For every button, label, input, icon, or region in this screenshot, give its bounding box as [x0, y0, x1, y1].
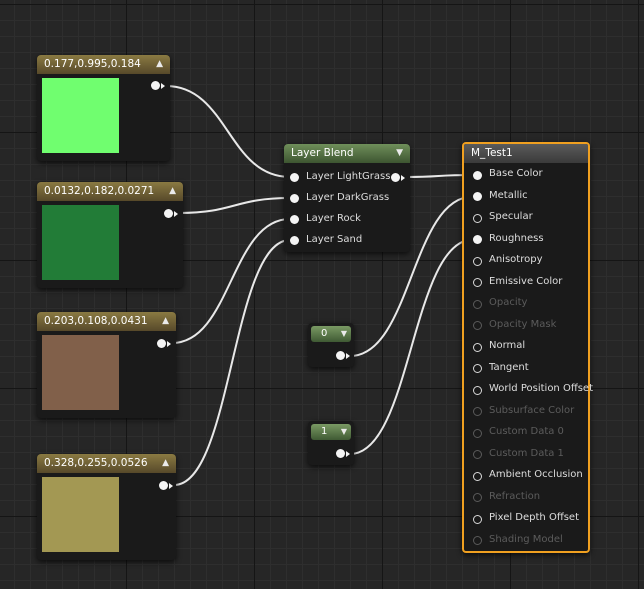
material-input-label: World Position Offset	[489, 383, 593, 394]
input-pin-icon[interactable]	[290, 215, 299, 224]
constant-node-1[interactable]: 1 ▼	[308, 421, 354, 465]
output-pin-icon[interactable]	[391, 173, 400, 182]
material-input-pin-icon	[473, 428, 482, 438]
color-node-4[interactable]: 0.328,0.255,0.0526 ▲	[37, 454, 176, 560]
connection-wire	[171, 218, 291, 344]
material-input-label: Opacity	[489, 297, 528, 308]
color-swatch-2	[42, 205, 119, 280]
material-input-pin-icon[interactable]	[473, 235, 482, 244]
chevron-up-icon[interactable]: ▲	[169, 182, 176, 201]
material-input-label: Tangent	[489, 361, 529, 373]
material-input-label: Emissive Color	[489, 275, 563, 287]
material-input-pin-icon[interactable]	[473, 278, 482, 287]
chevron-down-icon[interactable]: ▼	[396, 144, 403, 163]
material-input-pin-icon	[473, 299, 482, 309]
material-input-pin-icon	[473, 407, 482, 416]
color-node-4-label: 0.328,0.255,0.0526	[44, 457, 148, 469]
connection-wire	[165, 85, 291, 178]
material-input-pin-icon[interactable]	[473, 364, 482, 373]
output-pin-icon[interactable]	[151, 81, 160, 90]
material-input-label: Refraction	[489, 490, 541, 502]
layer-blend-title: Layer Blend	[291, 147, 354, 159]
material-input-pin-icon[interactable]	[473, 170, 482, 180]
material-input-label: Shading Model	[489, 533, 563, 545]
color-node-3-header[interactable]: 0.203,0.108,0.0431 ▲	[37, 312, 176, 331]
material-input-pin-icon[interactable]	[473, 385, 482, 395]
constant-node-0[interactable]: 0 ▼	[308, 323, 354, 367]
color-node-2-label: 0.0132,0.182,0.0271	[44, 185, 155, 197]
layer-blend-node[interactable]: Layer Blend ▼ Layer LightGrass Layer Dar…	[284, 144, 410, 252]
material-input-pin-icon[interactable]	[473, 256, 482, 266]
layer-input-label: Layer Rock	[306, 213, 361, 224]
output-pin-icon[interactable]	[164, 209, 173, 218]
chevron-down-icon[interactable]: ▼	[341, 326, 347, 342]
color-swatch-1	[42, 78, 119, 153]
material-input-pin-icon[interactable]	[473, 192, 482, 201]
chevron-up-icon[interactable]: ▲	[162, 454, 169, 473]
constant-node-1-header[interactable]: 1 ▼	[311, 424, 351, 440]
color-node-1-header[interactable]: 0.177,0.995,0.184 ▲	[37, 55, 170, 74]
material-input-label: Ambient Occlusion	[489, 469, 583, 480]
material-input-pin-icon	[473, 493, 482, 502]
material-input-label: Subsurface Color	[489, 404, 575, 416]
constant-node-0-header[interactable]: 0 ▼	[311, 326, 351, 342]
material-header[interactable]: M_Test1	[464, 144, 588, 163]
chevron-up-icon[interactable]: ▲	[156, 55, 163, 74]
connection-wire	[349, 238, 474, 455]
layer-input-label: Layer DarkGrass	[306, 192, 390, 203]
output-arrow-icon	[401, 175, 405, 181]
material-input-label: Normal	[489, 340, 526, 351]
chevron-up-icon[interactable]: ▲	[162, 312, 169, 331]
material-input-pin-icon	[473, 536, 482, 545]
color-node-2-header[interactable]: 0.0132,0.182,0.0271 ▲	[37, 182, 183, 201]
chevron-down-icon[interactable]: ▼	[341, 424, 347, 440]
output-pin-icon[interactable]	[159, 481, 168, 490]
constant-value: 1	[321, 426, 328, 437]
layer-input-label: Layer Sand	[306, 234, 363, 245]
material-input-pin-icon[interactable]	[473, 514, 482, 524]
output-arrow-icon	[174, 211, 178, 217]
material-result-node[interactable]: M_Test1 Base Color Metallic Specular Roughn…	[462, 142, 593, 553]
color-swatch-4	[42, 477, 119, 552]
color-node-4-header[interactable]: 0.328,0.255,0.0526 ▲	[37, 454, 176, 473]
material-input-pin-icon[interactable]	[473, 213, 482, 223]
input-pin-icon[interactable]	[290, 194, 299, 203]
material-input-label: Opacity Mask	[489, 318, 557, 330]
output-arrow-icon	[167, 341, 171, 347]
material-input-label: Custom Data 1	[489, 447, 564, 459]
output-pin-icon[interactable]	[336, 351, 345, 360]
material-input-label: Roughness	[489, 232, 544, 244]
color-node-3-label: 0.203,0.108,0.0431	[44, 315, 148, 327]
material-input-pin-icon[interactable]	[473, 342, 482, 352]
input-pin-icon[interactable]	[290, 236, 299, 245]
material-input-label: Metallic	[489, 189, 528, 201]
material-input-pin-icon[interactable]	[473, 471, 482, 481]
material-input-pin-icon	[473, 450, 482, 459]
output-arrow-icon	[169, 483, 173, 489]
connection-wire	[173, 239, 291, 486]
connection-wire	[178, 197, 291, 214]
material-input-label: Base Color	[489, 168, 543, 179]
color-swatch-3	[42, 335, 119, 410]
material-input-label: Specular	[489, 211, 533, 222]
color-node-1[interactable]: 0.177,0.995,0.184 ▲	[37, 55, 170, 161]
material-input-label: Anisotropy	[489, 254, 543, 265]
material-input-pin-icon	[473, 321, 482, 330]
color-node-2[interactable]: 0.0132,0.182,0.0271 ▲	[37, 182, 183, 288]
input-pin-icon[interactable]	[290, 173, 299, 182]
material-title: M_Test1	[471, 147, 513, 159]
color-node-1-label: 0.177,0.995,0.184	[44, 58, 141, 70]
material-input-label: Pixel Depth Offset	[489, 512, 579, 523]
color-node-3[interactable]: 0.203,0.108,0.0431 ▲	[37, 312, 176, 418]
material-input-label: Custom Data 0	[489, 426, 564, 437]
output-pin-icon[interactable]	[157, 339, 166, 348]
output-pin-icon[interactable]	[336, 449, 345, 458]
layer-input-label: Layer LightGrass	[306, 171, 391, 182]
output-arrow-icon	[161, 83, 165, 89]
constant-value: 0	[321, 328, 328, 339]
output-arrow-icon	[346, 353, 350, 359]
output-arrow-icon	[346, 451, 350, 457]
layer-blend-header[interactable]: Layer Blend ▼	[284, 144, 410, 163]
